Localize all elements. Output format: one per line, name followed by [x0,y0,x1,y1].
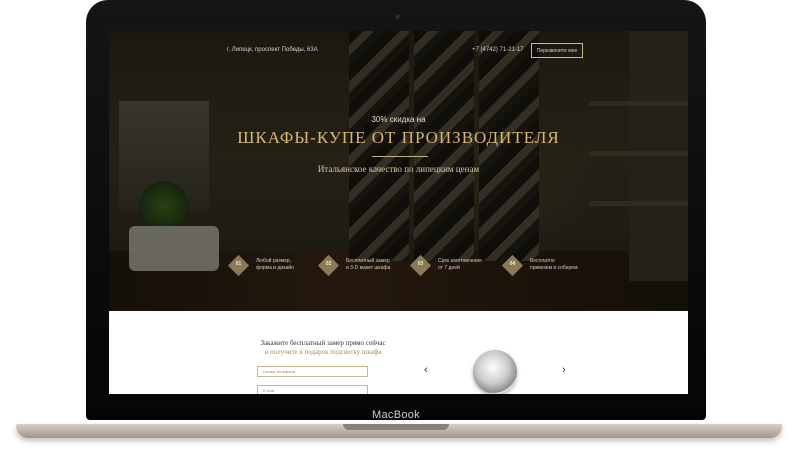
top-bar: г. Липецк, проспект Победы, 63А +7 (4742… [109,31,688,71]
feature-item: 03 Срок изготовления от 7 дней [409,254,506,277]
hero-section: г. Липецк, проспект Победы, 63А +7 (4742… [109,31,688,311]
order-subheading: и получите в подарок подсветку шкафа [264,348,382,356]
laptop-notch [343,424,449,430]
feature-number: 04 [509,261,516,267]
order-heading: Закажите бесплатный замер прямо сейчас [260,339,386,347]
feature-number: 03 [417,261,424,267]
laptop-screen: г. Липецк, проспект Победы, 63А +7 (4742… [109,31,688,394]
address-text: г. Липецк, проспект Победы, 63А [227,47,318,53]
feature-text: Любой размер, форма и дизайн [256,258,294,271]
title-divider [372,156,428,157]
hero-subtitle: Итальянское качество по липецким ценам [317,164,480,174]
phone-input[interactable]: Номер телефона [257,366,368,377]
carousel-prev-icon[interactable]: ‹ [424,364,428,376]
phone-link[interactable]: +7 (4742) 71-21-17 [472,47,524,53]
hero-title: ШКАФЫ-КУПЕ ОТ ПРОИЗВОДИТЕЛЯ [237,128,560,147]
device-brand-label: MacBook [372,409,420,421]
product-handle-image [473,350,517,394]
feature-number: 02 [325,261,332,267]
feature-text: Бесплатный замер и 3-D макет шкафа [346,258,391,271]
camera-icon [395,14,400,19]
callback-button[interactable]: Перезвоните мне [531,43,583,58]
order-section: Закажите бесплатный замер прямо сейчас и… [109,311,688,394]
carousel-next-icon[interactable]: › [562,364,566,376]
feature-item: 01 Любой размер, форма и дизайн [227,254,324,277]
feature-item: 04 Бесплатно привезем и соберем [501,254,598,277]
feature-text: Бесплатно привезем и соберем [530,258,578,271]
discount-pretitle: 30% скидка на [371,115,426,124]
email-input[interactable]: E-mail [257,385,368,394]
feature-item: 02 Бесплатный замер и 3-D макет шкафа [317,254,414,277]
feature-text: Срок изготовления от 7 дней [438,258,482,271]
feature-number: 01 [235,261,242,267]
